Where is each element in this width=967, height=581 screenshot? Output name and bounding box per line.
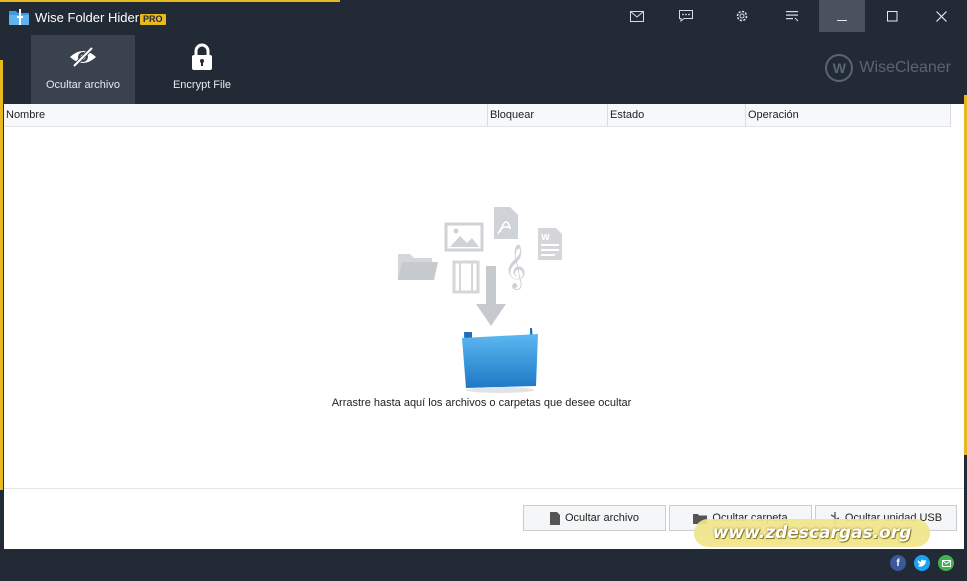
- mail-icon[interactable]: [614, 0, 660, 32]
- title-bar: Wise Folder Hider PRO: [0, 0, 967, 35]
- pro-badge: PRO: [140, 14, 166, 25]
- minimize-button[interactable]: [819, 0, 865, 32]
- tab-encrypt-file-label: Encrypt File: [172, 79, 232, 91]
- settings-icon[interactable]: [719, 0, 765, 32]
- maximize-button[interactable]: [869, 0, 915, 32]
- file-list-panel[interactable]: Nombre Bloquear Estado Operación W 𝄞 Arr…: [4, 104, 964, 549]
- accent-left-border: [0, 60, 3, 490]
- lock-icon: [187, 43, 217, 71]
- table-header: Nombre Bloquear Estado Operación: [4, 104, 951, 127]
- menu-icon[interactable]: [769, 0, 815, 32]
- drop-instructions: Arrastre hasta aquí los archivos o carpe…: [331, 397, 632, 409]
- wisecleaner-logo[interactable]: W WiseCleaner: [825, 54, 951, 82]
- hide-file-button-label: Ocultar archivo: [565, 512, 639, 524]
- svg-text:𝄞: 𝄞: [504, 244, 526, 290]
- drop-zone-illustration: W 𝄞: [394, 204, 574, 394]
- wisecleaner-logo-text: WiseCleaner: [859, 59, 951, 76]
- app-folder-icon: [8, 7, 30, 27]
- twitter-icon[interactable]: [914, 555, 930, 571]
- svg-text:W: W: [541, 233, 550, 242]
- footer-divider: [4, 488, 964, 489]
- email-share-icon[interactable]: [938, 555, 954, 571]
- app-window: Wise Folder Hider PRO Ocultar archivo En…: [0, 0, 967, 581]
- file-icon: [550, 511, 560, 525]
- facebook-icon[interactable]: f: [890, 555, 906, 571]
- column-header-lock[interactable]: Bloquear: [488, 104, 608, 126]
- tab-encrypt-file[interactable]: Encrypt File: [150, 35, 254, 105]
- column-header-operation[interactable]: Operación: [746, 104, 951, 126]
- tab-hide-file[interactable]: Ocultar archivo: [31, 35, 135, 105]
- close-button[interactable]: [918, 0, 964, 32]
- column-header-name[interactable]: Nombre: [4, 104, 488, 126]
- watermark: www.zdescargas.org: [694, 519, 930, 547]
- eye-slash-icon: [68, 43, 98, 71]
- status-bar: [0, 549, 967, 581]
- wisecleaner-logo-mark: W: [825, 54, 854, 82]
- tab-hide-file-label: Ocultar archivo: [46, 79, 120, 91]
- column-header-status[interactable]: Estado: [608, 104, 746, 126]
- hide-file-button[interactable]: Ocultar archivo: [523, 505, 666, 531]
- app-title: Wise Folder Hider: [35, 10, 140, 25]
- feedback-icon[interactable]: [663, 0, 709, 32]
